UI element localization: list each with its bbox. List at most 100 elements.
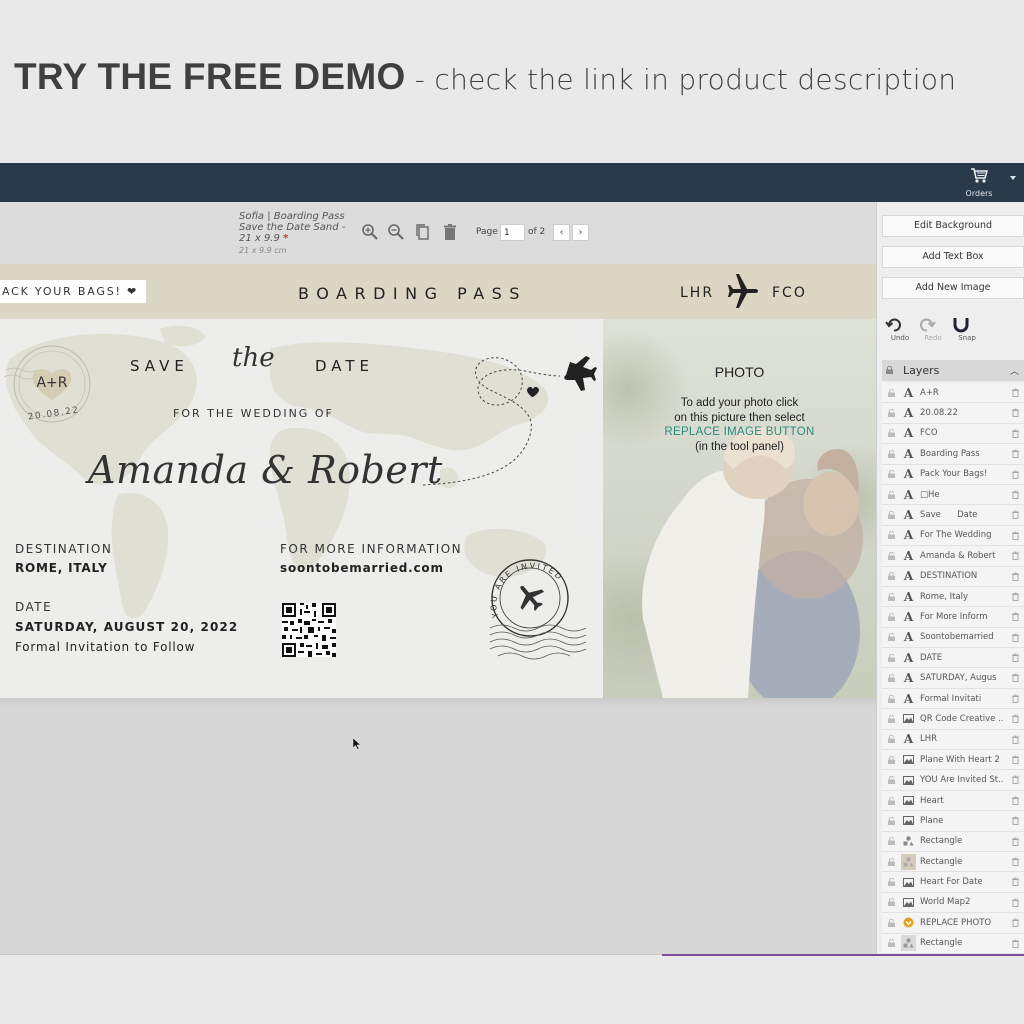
date-word[interactable]: DATE	[315, 357, 374, 375]
qr-code-image[interactable]	[282, 603, 336, 657]
more-info-label[interactable]: FOR MORE INFORMATION	[280, 542, 462, 556]
trash-icon[interactable]	[1012, 857, 1019, 866]
layer-row[interactable]: A DATE	[882, 648, 1024, 669]
layer-row[interactable]: Heart For Date	[882, 872, 1024, 893]
unlock-icon[interactable]	[888, 449, 895, 458]
trash-icon[interactable]	[1012, 592, 1019, 601]
trash-icon[interactable]	[1012, 449, 1019, 459]
plane-with-heart-graphic[interactable]	[420, 350, 605, 490]
trash-icon[interactable]	[1012, 735, 1019, 744]
zoom-in-button[interactable]	[360, 223, 380, 243]
trash-icon[interactable]	[1012, 796, 1019, 805]
unlock-icon[interactable]	[888, 490, 895, 499]
unlock-icon[interactable]	[888, 653, 895, 662]
layer-row[interactable]: Heart	[882, 790, 1024, 812]
trash-icon[interactable]	[1012, 816, 1019, 826]
trash-icon[interactable]	[1012, 551, 1019, 561]
unlock-icon[interactable]	[888, 939, 895, 948]
layer-row[interactable]: A SATURDAY, Augus	[882, 668, 1024, 689]
unlock-icon[interactable]	[888, 837, 895, 846]
layer-row[interactable]: A LHR	[882, 729, 1024, 751]
pack-your-bags-badge[interactable]: ACK YOUR BAGS! ❤	[0, 280, 146, 303]
unlock-icon[interactable]	[888, 776, 895, 785]
unlock-icon[interactable]	[888, 633, 895, 642]
unlock-icon[interactable]	[888, 470, 895, 479]
unlock-icon[interactable]	[888, 918, 895, 927]
redo-button[interactable]: Redo	[918, 316, 948, 342]
layer-row[interactable]: Rectangle	[882, 831, 1024, 852]
unlock-icon[interactable]	[888, 612, 895, 621]
unlock-icon[interactable]	[888, 531, 895, 540]
unlock-icon[interactable]	[888, 878, 895, 887]
layer-row[interactable]: A Boarding Pass	[882, 444, 1024, 465]
more-info-url[interactable]: soontobemarried.com	[280, 561, 444, 575]
trash-icon[interactable]	[1012, 633, 1019, 642]
plane-icon[interactable]	[724, 274, 762, 308]
layer-row[interactable]: Plane	[882, 811, 1024, 832]
trash-icon[interactable]	[1012, 653, 1019, 662]
trash-icon[interactable]	[1012, 470, 1019, 479]
trash-icon[interactable]	[1012, 939, 1019, 948]
orders-dropdown-caret[interactable]	[1010, 176, 1016, 180]
layer-row[interactable]: A For The Wedding	[882, 525, 1024, 547]
trash-icon[interactable]	[1012, 572, 1019, 581]
layer-row[interactable]: Rectangle	[882, 933, 1024, 954]
boarding-pass-title[interactable]: BOARDING PASS	[298, 284, 527, 303]
unlock-icon[interactable]	[888, 409, 895, 418]
destination-label[interactable]: DESTINATION	[15, 542, 112, 556]
trash-icon[interactable]	[1012, 429, 1019, 438]
trash-icon[interactable]	[1012, 510, 1019, 520]
unlock-icon[interactable]	[888, 755, 895, 764]
layer-row[interactable]: QR Code Creative ...	[882, 709, 1024, 730]
date-value[interactable]: SATURDAY, AUGUST 20, 2022	[15, 620, 238, 634]
layer-row[interactable]: A A+R	[882, 383, 1024, 404]
layer-row[interactable]: A FCO	[882, 423, 1024, 445]
formal-invitation-text[interactable]: Formal Invitation to Follow	[15, 640, 195, 654]
layer-row[interactable]: A Soontobemarried	[882, 627, 1024, 649]
trash-icon[interactable]	[1012, 408, 1019, 418]
save-text[interactable]: SAVE	[130, 357, 189, 375]
duplicate-button[interactable]	[413, 223, 433, 243]
destination-value[interactable]: ROME, ITALY	[15, 561, 108, 575]
unlock-icon[interactable]	[888, 388, 895, 397]
layer-row[interactable]: A □He	[882, 484, 1024, 506]
unlock-icon[interactable]	[888, 857, 895, 866]
date-label[interactable]: DATE	[15, 600, 52, 614]
trash-icon[interactable]	[1012, 755, 1019, 764]
trash-icon[interactable]	[1012, 388, 1019, 397]
layer-row[interactable]: YOU Are Invited St...	[882, 770, 1024, 791]
prev-page-button[interactable]: ‹	[553, 224, 570, 241]
unlock-icon[interactable]	[888, 429, 895, 438]
delete-button[interactable]	[440, 223, 460, 243]
unlock-icon[interactable]	[888, 511, 895, 520]
layers-header[interactable]: Layers	[882, 360, 1024, 381]
layer-row[interactable]: A Amanda & Robert	[882, 546, 1024, 567]
layer-row[interactable]: World Map2	[882, 892, 1024, 914]
trash-icon[interactable]	[1012, 673, 1019, 683]
edit-background-button[interactable]: Edit Background	[882, 215, 1024, 237]
the-script[interactable]: the	[232, 343, 275, 373]
unlock-icon[interactable]	[888, 592, 895, 601]
unlock-icon[interactable]	[888, 572, 895, 581]
you-are-invited-stamp[interactable]: YOU ARE INVITED	[488, 553, 588, 663]
trash-icon[interactable]	[1012, 694, 1019, 703]
couple-names[interactable]: Amanda & Robert	[88, 448, 443, 492]
unlock-icon[interactable]	[888, 551, 895, 560]
zoom-out-button[interactable]	[386, 223, 406, 243]
add-new-image-button[interactable]: Add New Image	[882, 277, 1024, 299]
layer-row[interactable]: A Formal Invitati	[882, 688, 1024, 710]
trash-icon[interactable]	[1012, 837, 1019, 846]
layer-row[interactable]: Rectangle	[882, 851, 1024, 873]
unlock-icon[interactable]	[888, 816, 895, 825]
page-number-input[interactable]	[500, 224, 525, 241]
unlock-icon[interactable]	[888, 796, 895, 805]
for-the-wedding-of[interactable]: FOR THE WEDDING OF	[173, 407, 334, 420]
layer-row[interactable]: A Save Date	[882, 505, 1024, 526]
unlock-icon[interactable]	[888, 898, 895, 907]
next-page-button[interactable]: ›	[572, 224, 589, 241]
trash-icon[interactable]	[1012, 714, 1019, 724]
layer-row[interactable]: A DESTINATION	[882, 566, 1024, 587]
trash-icon[interactable]	[1012, 490, 1019, 499]
trash-icon[interactable]	[1012, 775, 1019, 785]
unlock-icon[interactable]	[888, 694, 895, 703]
